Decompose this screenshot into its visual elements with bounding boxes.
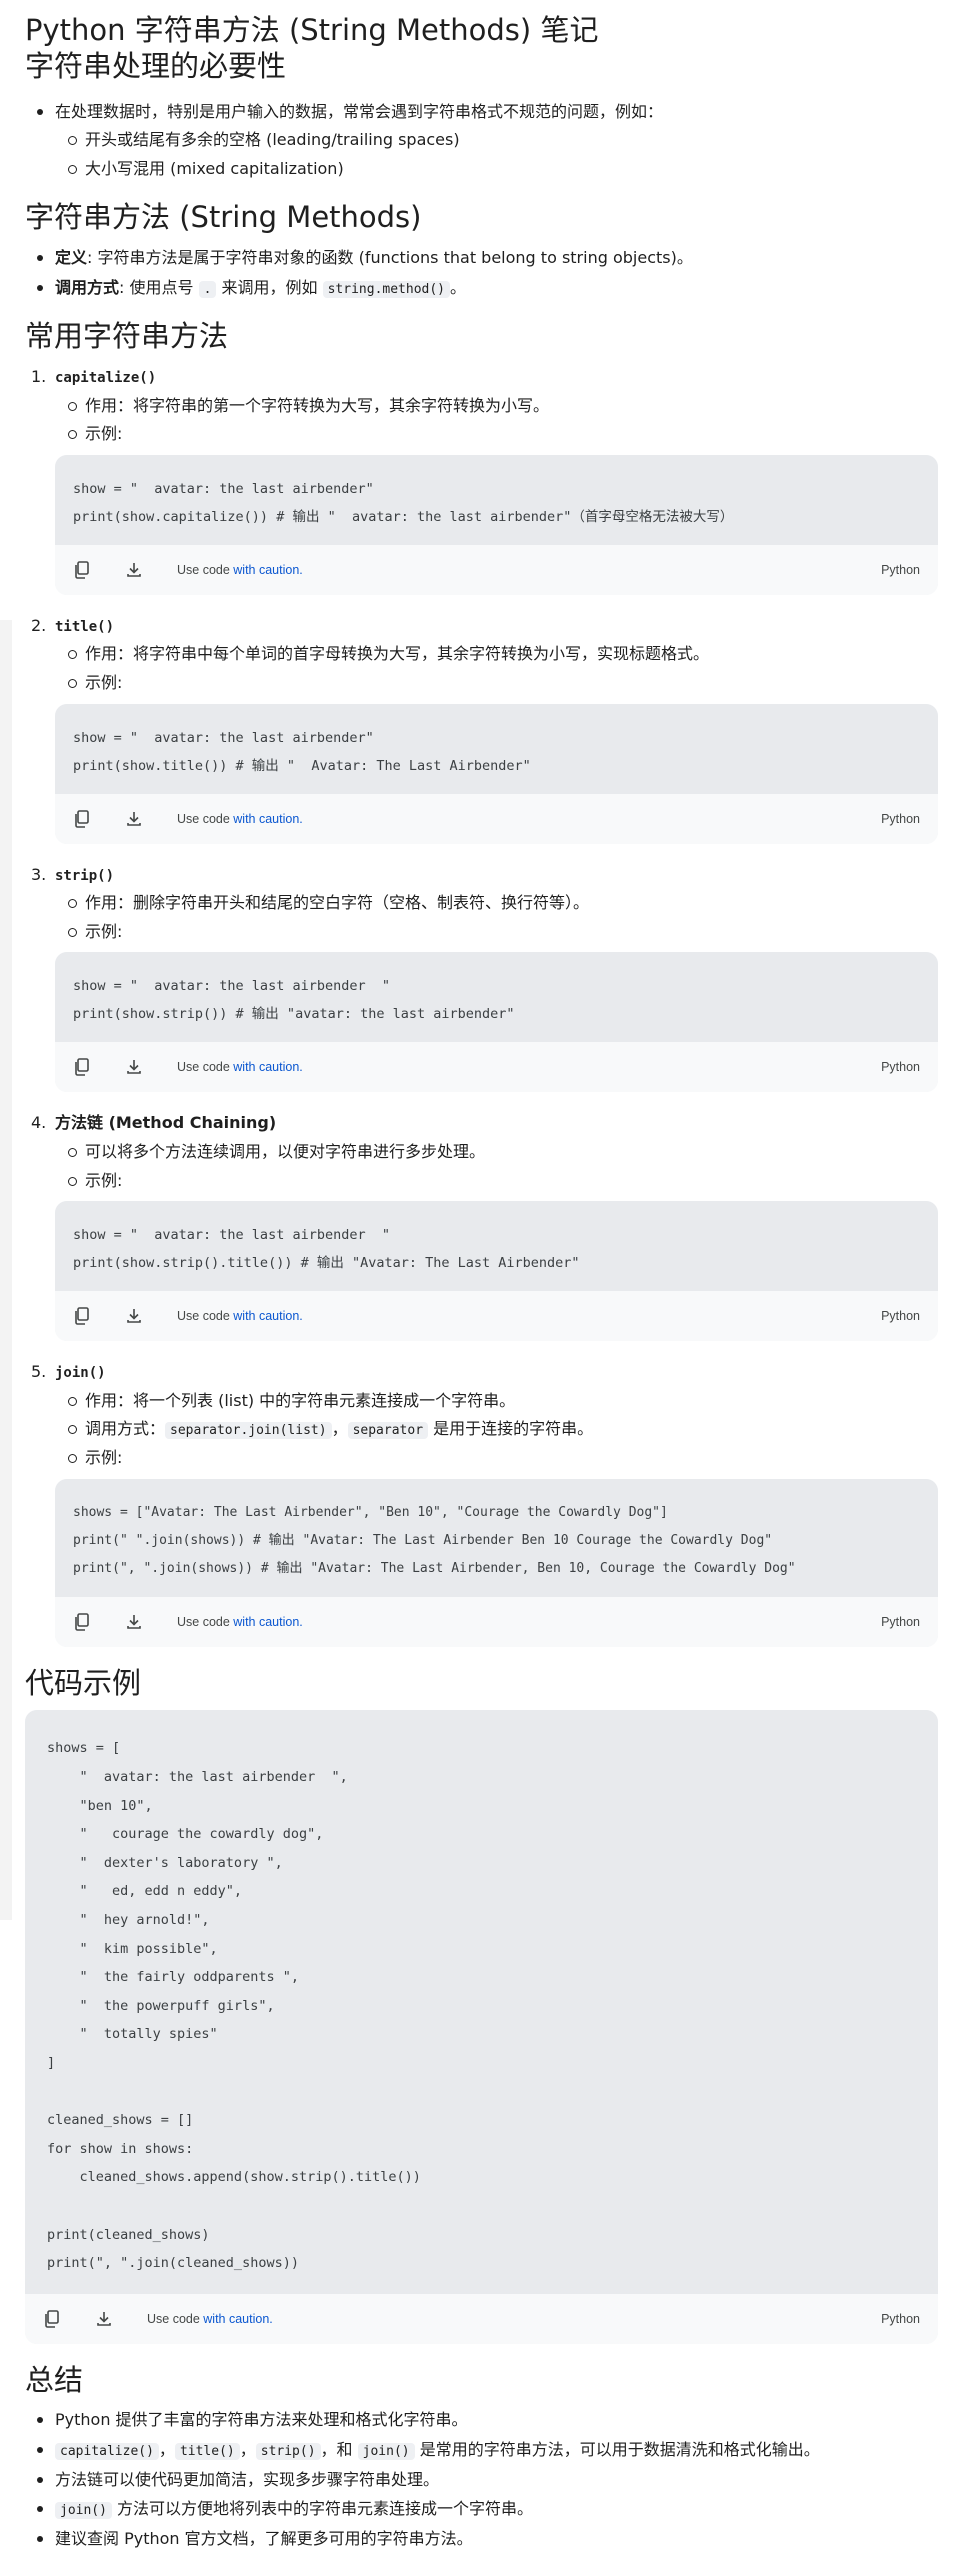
summary-item: 建议查阅 Python 官方文档，了解更多可用的字符串方法。 bbox=[37, 2526, 938, 2552]
code-footer: Use code with caution. Python bbox=[55, 1291, 938, 1342]
caution-link[interactable]: with caution. bbox=[233, 1615, 302, 1629]
code-footer: Use code with caution. Python bbox=[55, 793, 938, 844]
definition-item: 定义: 字符串方法是属于字符串对象的函数 (functions that bel… bbox=[37, 245, 938, 271]
code-block: show = " avatar: the last airbender" pri… bbox=[55, 454, 938, 595]
copy-icon[interactable] bbox=[43, 2309, 61, 2328]
copy-icon[interactable] bbox=[73, 1612, 91, 1631]
section-title-summary: 总结 bbox=[25, 2362, 84, 2397]
use-code-caution: Use code with caution. bbox=[177, 1309, 303, 1324]
section-title-code-example: 代码示例 bbox=[25, 1665, 142, 1700]
code-footer: Use code with caution. Python bbox=[25, 2293, 938, 2344]
method-effect: 作用：将一个列表 (list) 中的字符串元素连接成一个字符串。 bbox=[68, 1388, 938, 1414]
method-item: 4. 方法链 (Method Chaining) 可以将多个方法连续调用，以便对字… bbox=[31, 1110, 938, 1342]
intro-sub-item: 大小写混用 (mixed capitalization) bbox=[68, 156, 938, 182]
section-title-common-methods: 常用字符串方法 bbox=[25, 319, 229, 354]
download-icon[interactable] bbox=[125, 1613, 143, 1631]
method-item: 2. title() 作用：将字符串中每个单词的首字母转换为大写，其余字符转换为小… bbox=[31, 613, 938, 844]
use-code-caution: Use code with caution. bbox=[147, 2311, 273, 2326]
method-effect: 可以将多个方法连续调用，以便对字符串进行多步处理。 bbox=[68, 1139, 938, 1165]
code-language: Python bbox=[881, 2311, 920, 2326]
page-left-gutter bbox=[0, 620, 12, 1920]
caution-link[interactable]: with caution. bbox=[233, 1060, 302, 1074]
section-title-string-methods: 字符串方法 (String Methods) bbox=[25, 200, 422, 235]
code-block: show = " avatar: the last airbender " pr… bbox=[55, 1201, 938, 1342]
copy-icon[interactable] bbox=[73, 1058, 91, 1077]
method-name: capitalize() bbox=[55, 370, 157, 387]
code-block: show = " avatar: the last airbender " pr… bbox=[55, 952, 938, 1093]
code-language: Python bbox=[881, 1309, 920, 1324]
download-icon[interactable] bbox=[125, 561, 143, 579]
method-name: strip() bbox=[55, 867, 115, 884]
method-effect: 作用：将字符串中每个单词的首字母转换为大写，其余字符转换为小写，实现标题格式。 bbox=[68, 641, 938, 667]
definition-list: 定义: 字符串方法是属于字符串对象的函数 (functions that bel… bbox=[25, 245, 938, 300]
use-code-caution: Use code with caution. bbox=[177, 562, 303, 577]
code-language: Python bbox=[881, 1060, 920, 1075]
summary-item: 方法链可以使代码更加简洁，实现多步骤字符串处理。 bbox=[37, 2467, 938, 2493]
method-example-label: 示例: bbox=[68, 1445, 938, 1471]
method-example-label: 示例: bbox=[68, 421, 938, 447]
use-code-caution: Use code with caution. bbox=[177, 811, 303, 826]
summary-item: capitalize()， title()， strip() ，和 join() 是常… bbox=[37, 2437, 938, 2463]
method-name: join() bbox=[55, 1365, 106, 1382]
method-effect: 作用：将字符串的第一个字符转换为大写，其余字符转换为小写。 bbox=[68, 393, 938, 419]
method-name: 方法链 (Method Chaining) bbox=[55, 1113, 277, 1133]
summary-item: join() 方法可以方便地将列表中的字符串元素连接成一个字符串。 bbox=[37, 2496, 938, 2522]
method-usage: 调用方式： separator.join(list)， separator 是用于连… bbox=[68, 1416, 938, 1442]
download-icon[interactable] bbox=[125, 810, 143, 828]
use-code-caution: Use code with caution. bbox=[177, 1060, 303, 1075]
summary-item: Python 提供了丰富的字符串方法来处理和格式化字符串。 bbox=[37, 2407, 938, 2433]
intro-item: 在处理数据时，特别是用户输入的数据，常常会遇到字符串格式不规范的问题，例如： 开… bbox=[37, 99, 938, 182]
download-icon[interactable] bbox=[125, 1058, 143, 1076]
caution-link[interactable]: with caution. bbox=[233, 812, 302, 826]
code-block: shows = ["Avatar: The Last Airbender", "… bbox=[55, 1478, 938, 1647]
caution-link[interactable]: with caution. bbox=[233, 563, 302, 577]
code-block-example: shows = [ " avatar: the last airbender "… bbox=[25, 1710, 938, 2344]
page-title: Python 字符串方法 (String Methods) 笔记 字符串处理的必要… bbox=[25, 13, 599, 84]
method-item: 5. join() 作用：将一个列表 (list) 中的字符串元素连接成一个字符串… bbox=[31, 1359, 938, 1647]
code-content[interactable]: show = " avatar: the last airbender " pr… bbox=[55, 1201, 938, 1292]
method-item: 3. strip() 作用：删除字符串开头和结尾的空白字符（空格、制表符、换行符等… bbox=[31, 862, 938, 1093]
method-item: 1. capitalize() 作用：将字符串的第一个字符转换为大写，其余字符转换… bbox=[31, 364, 938, 595]
code-language: Python bbox=[881, 1614, 920, 1629]
code-content[interactable]: show = " avatar: the last airbender" pri… bbox=[55, 454, 938, 545]
caution-link[interactable]: with caution. bbox=[203, 2312, 272, 2326]
summary-list: Python 提供了丰富的字符串方法来处理和格式化字符串。 capitalize… bbox=[25, 2407, 938, 2551]
copy-icon[interactable] bbox=[73, 1307, 91, 1325]
code-block: show = " avatar: the last airbender" pri… bbox=[55, 703, 938, 844]
code-content[interactable]: show = " avatar: the last airbender " pr… bbox=[55, 952, 938, 1043]
methods-list: 1. capitalize() 作用：将字符串的第一个字符转换为大写，其余字符转换… bbox=[25, 364, 938, 1647]
method-example-label: 示例: bbox=[68, 670, 938, 696]
intro-sub-item: 开头或结尾有多余的空格 (leading/trailing spaces) bbox=[68, 127, 938, 153]
code-content[interactable]: shows = [ " avatar: the last airbender "… bbox=[25, 1710, 938, 2294]
code-footer: Use code with caution. Python bbox=[55, 1596, 938, 1647]
code-content[interactable]: shows = ["Avatar: The Last Airbender", "… bbox=[55, 1478, 938, 1597]
method-name: title() bbox=[55, 618, 115, 635]
method-example-label: 示例: bbox=[68, 1168, 938, 1194]
use-code-caution: Use code with caution. bbox=[177, 1614, 303, 1629]
method-effect: 作用：删除字符串开头和结尾的空白字符（空格、制表符、换行符等）。 bbox=[68, 890, 938, 916]
copy-icon[interactable] bbox=[73, 809, 91, 828]
code-language: Python bbox=[881, 811, 920, 826]
intro-list: 在处理数据时，特别是用户输入的数据，常常会遇到字符串格式不规范的问题，例如： 开… bbox=[25, 99, 938, 182]
code-language: Python bbox=[881, 562, 920, 577]
code-content[interactable]: show = " avatar: the last airbender" pri… bbox=[55, 703, 938, 794]
download-icon[interactable] bbox=[125, 1307, 143, 1325]
caution-link[interactable]: with caution. bbox=[233, 1309, 302, 1323]
copy-icon[interactable] bbox=[73, 561, 91, 579]
download-icon[interactable] bbox=[95, 2310, 113, 2328]
code-footer: Use code with caution. Python bbox=[55, 544, 938, 595]
method-example-label: 示例: bbox=[68, 919, 938, 945]
code-footer: Use code with caution. Python bbox=[55, 1042, 938, 1093]
call-item: 调用方式: 使用点号 . 来调用，例如 string.method()。 bbox=[37, 275, 938, 301]
